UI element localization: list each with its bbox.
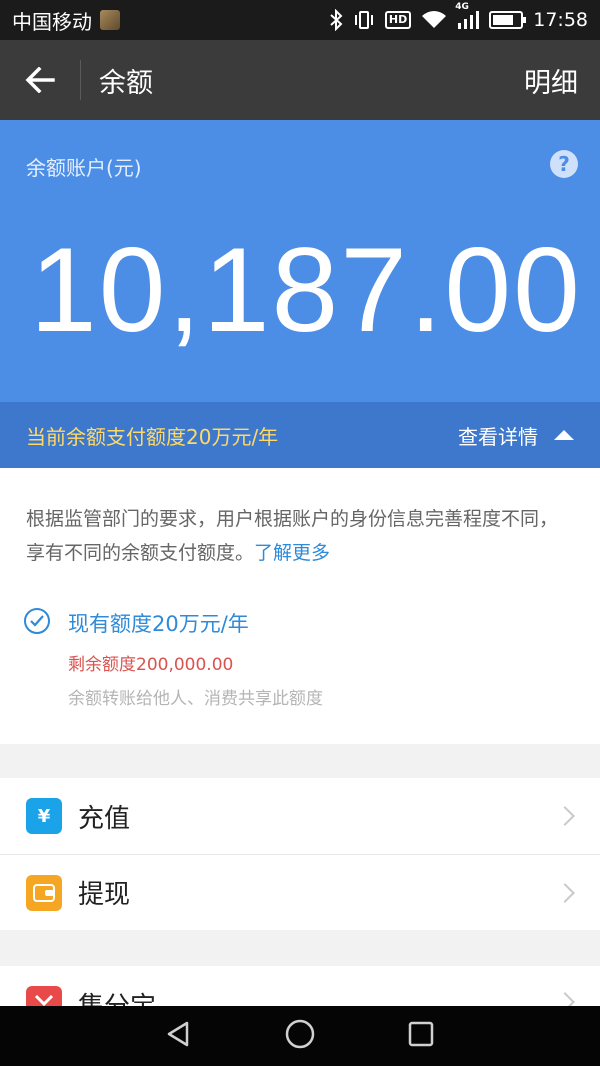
more-services: 集分宝 bbox=[0, 966, 600, 1006]
limit-info-panel: 根据监管部门的要求，用户根据账户的身份信息完善程度不同，享有不同的余额支付额度。… bbox=[0, 468, 600, 744]
status-bar: 中国移动 HD 4G 17:58 bbox=[0, 0, 600, 40]
wifi-icon bbox=[421, 10, 447, 30]
limit-description: 根据监管部门的要求，用户根据账户的身份信息完善程度不同，享有不同的余额支付额度。… bbox=[26, 502, 576, 570]
balance-amount: 10,187.00 bbox=[30, 223, 582, 357]
payment-limit-bar: 当前余额支付额度20万元/年 查看详情 bbox=[0, 402, 600, 468]
view-details-button[interactable]: 查看详情 bbox=[458, 421, 574, 450]
jifenbao-label: 集分宝 bbox=[78, 986, 156, 1006]
nav-home-icon[interactable] bbox=[284, 1018, 316, 1054]
jifenbao-icon bbox=[26, 986, 62, 1006]
status-icons: HD 4G 17:58 bbox=[329, 2, 588, 31]
back-button[interactable] bbox=[0, 40, 80, 120]
vibrate-icon bbox=[353, 10, 375, 30]
network-type: 4G bbox=[455, 2, 469, 12]
recharge-label: 充值 bbox=[78, 803, 131, 834]
nav-recents-icon[interactable] bbox=[407, 1020, 435, 1052]
header-divider bbox=[80, 60, 81, 100]
check-icon bbox=[24, 608, 50, 634]
detail-button[interactable]: 明细 bbox=[524, 61, 578, 100]
current-quota: 现有额度20万元/年 bbox=[68, 612, 249, 636]
wallet-icon bbox=[26, 874, 62, 911]
chevron-right-icon bbox=[555, 992, 575, 1006]
jifenbao-row[interactable]: 集分宝 bbox=[0, 966, 600, 1006]
clock: 17:58 bbox=[533, 9, 588, 31]
chevron-right-icon bbox=[555, 806, 575, 826]
chevron-right-icon bbox=[555, 882, 575, 903]
nav-back-icon[interactable] bbox=[165, 1020, 193, 1052]
bluetooth-icon bbox=[329, 9, 343, 31]
withdraw-row[interactable]: 提现 bbox=[0, 854, 600, 930]
quota-note: 余额转账给他人、消费共享此额度 bbox=[68, 689, 323, 709]
balance-card: 余额账户(元) ? 10,187.00 bbox=[0, 120, 600, 402]
back-arrow-icon bbox=[25, 67, 55, 93]
system-nav-bar bbox=[0, 1006, 600, 1066]
balance-actions: ¥ 充值 提现 bbox=[0, 778, 600, 930]
withdraw-label: 提现 bbox=[78, 880, 131, 910]
signal-icon: 4G bbox=[455, 2, 480, 30]
learn-more-link[interactable]: 了解更多 bbox=[254, 542, 330, 564]
battery-icon bbox=[489, 11, 527, 29]
hd-icon: HD bbox=[384, 11, 412, 29]
recharge-icon: ¥ bbox=[26, 798, 62, 834]
balance-label: 余额账户(元) bbox=[26, 156, 142, 180]
collapse-arrow-icon bbox=[554, 430, 574, 440]
remaining-quota: 剩余额度200,000.00 bbox=[68, 655, 234, 675]
page-title: 余额 bbox=[99, 67, 153, 99]
payment-limit-text: 当前余额支付额度20万元/年 bbox=[26, 424, 279, 449]
recharge-row[interactable]: ¥ 充值 bbox=[0, 778, 600, 854]
help-icon[interactable]: ? bbox=[550, 150, 578, 178]
carrier-info: 中国移动 bbox=[12, 6, 120, 35]
carrier-name: 中国移动 bbox=[12, 9, 92, 34]
view-details-label: 查看详情 bbox=[458, 424, 538, 449]
app-header: 余额 明细 bbox=[0, 40, 600, 120]
notification-app-icon bbox=[100, 10, 120, 30]
